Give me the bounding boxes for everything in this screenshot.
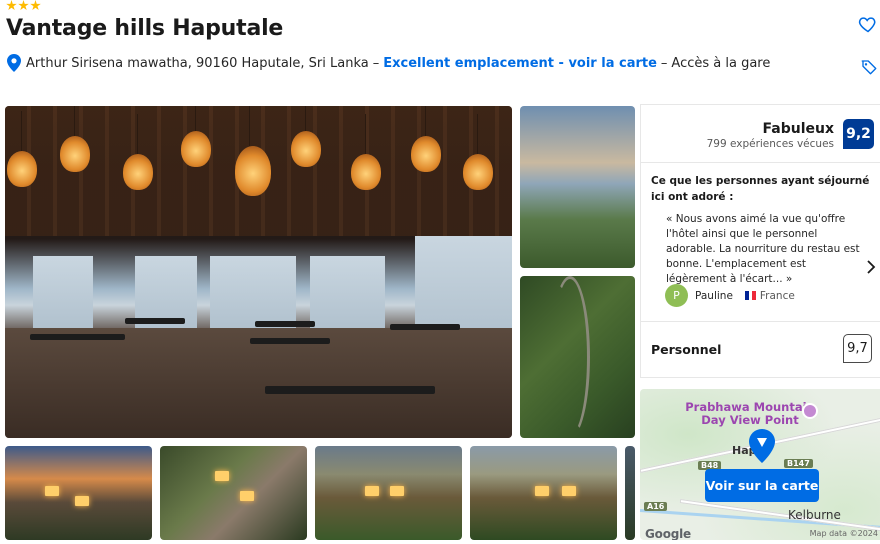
lamp-image	[235, 106, 271, 196]
window-light	[535, 486, 549, 496]
table-image	[265, 386, 435, 394]
photo-floor	[5, 328, 512, 438]
address-text: Arthur Sirisena mawatha, 90160 Haputale,…	[26, 55, 369, 71]
google-logo: Google	[645, 527, 691, 540]
staff-score-badge: 9,7	[843, 334, 872, 363]
review-panel: Fabuleux 799 expériences vécues 9,2 Ce q…	[640, 104, 880, 378]
map-poi-label: Prabhawa Mountain Day View Point	[685, 400, 815, 427]
staff-score-row: Personnel 9,7	[641, 321, 880, 377]
photo-window	[310, 256, 385, 336]
location-pin-icon	[7, 54, 21, 72]
main-hotel-photo[interactable]	[5, 106, 512, 438]
map-copyright: Map data ©2024	[809, 529, 878, 538]
table-image	[125, 318, 185, 324]
star-rating	[6, 0, 41, 11]
heart-icon[interactable]	[858, 14, 878, 34]
review-author: P Pauline France	[665, 284, 795, 307]
separator: –	[372, 55, 380, 71]
camera-icon	[802, 403, 818, 419]
photo-window	[33, 256, 93, 336]
thumbnail-photo[interactable]	[315, 446, 462, 540]
separator: –	[660, 55, 668, 71]
lamp-image	[60, 106, 90, 172]
lamp-image	[7, 111, 37, 187]
window-light	[45, 486, 59, 496]
thumbnail-photo[interactable]	[470, 446, 617, 540]
hotel-name: Vantage hills Haputale	[6, 16, 284, 41]
aerial-road-photo[interactable]	[520, 276, 635, 438]
lamp-image	[181, 106, 211, 167]
chevron-right-icon[interactable]	[866, 260, 876, 274]
lamp-image	[291, 106, 321, 167]
table-image	[255, 321, 315, 327]
author-name: Pauline	[695, 289, 733, 302]
window-light	[240, 491, 254, 501]
station-access-text: Accès à la gare	[671, 55, 771, 71]
map-place-label: Kelburne	[788, 508, 841, 522]
table-image	[30, 334, 125, 340]
photo-window	[135, 256, 197, 336]
thumbnail-photo[interactable]	[160, 446, 307, 540]
star-icon	[30, 0, 41, 11]
lamp-image	[351, 114, 381, 190]
lamp-image	[463, 114, 493, 190]
map-pin-icon	[749, 429, 775, 463]
thumbnail-photo[interactable]	[625, 446, 635, 540]
tag-icon[interactable]	[860, 58, 878, 76]
window-light	[215, 471, 229, 481]
france-flag-icon	[744, 291, 756, 300]
location-map-link[interactable]: Excellent emplacement - voir la carte	[383, 56, 657, 71]
lamp-image	[123, 114, 153, 190]
review-count: 799 expériences vécues	[706, 138, 834, 150]
table-image	[390, 324, 460, 330]
view-on-map-button[interactable]: Voir sur la carte	[705, 469, 819, 502]
rating-label: Fabuleux	[762, 121, 834, 137]
map-preview[interactable]: Prabhawa Mountain Day View Point Hap B48…	[640, 389, 880, 540]
star-icon	[18, 0, 29, 11]
avatar: P	[665, 284, 688, 307]
window-light	[75, 496, 89, 506]
score-header[interactable]: Fabuleux 799 expériences vécues 9,2	[641, 105, 880, 163]
road-image	[550, 276, 590, 438]
review-quote: « Nous avons aimé la vue qu'offre l'hôte…	[666, 213, 860, 285]
highlight-heading: Ce que les personnes ayant séjourné ici …	[651, 175, 870, 203]
route-shield: B147	[784, 459, 813, 468]
author-country: France	[759, 289, 795, 302]
staff-label: Personnel	[651, 342, 722, 357]
thumbnail-photo[interactable]	[5, 446, 152, 540]
star-icon	[6, 0, 17, 11]
lamp-image	[411, 106, 441, 172]
view-photo[interactable]	[520, 106, 635, 268]
score-badge: 9,2	[843, 119, 874, 149]
window-light	[365, 486, 379, 496]
window-light	[390, 486, 404, 496]
window-light	[562, 486, 576, 496]
route-shield: A16	[644, 502, 668, 511]
address-line: Arthur Sirisena mawatha, 90160 Haputale,…	[6, 54, 770, 72]
table-image	[250, 338, 330, 344]
